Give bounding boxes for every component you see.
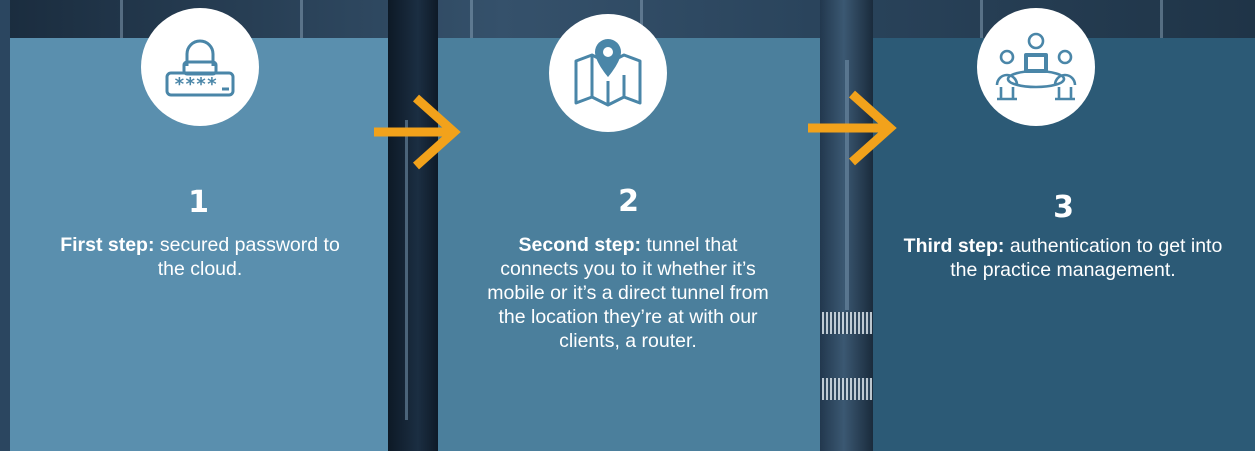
rack-highlight bbox=[120, 0, 123, 38]
step-number: 1 bbox=[188, 185, 210, 220]
meeting-people-icon bbox=[995, 32, 1077, 101]
background-strip bbox=[0, 0, 10, 451]
icon-circle bbox=[549, 14, 667, 132]
step-lead: Second step: bbox=[518, 234, 641, 256]
arrow-right-icon bbox=[374, 94, 461, 170]
step-lead: Third step: bbox=[903, 235, 1005, 257]
rack-highlight bbox=[470, 0, 473, 38]
server-grille bbox=[822, 378, 872, 400]
step-number: 3 bbox=[1053, 190, 1075, 225]
step-panel-2: 2 Second step: tunnel that connects you … bbox=[438, 14, 820, 451]
password-lock-icon: **** bbox=[165, 39, 235, 97]
step-description: Second step: tunnel that connects you to… bbox=[478, 233, 778, 353]
step-number: 2 bbox=[618, 184, 640, 219]
map-pin-icon bbox=[574, 39, 642, 107]
rack-highlight bbox=[1160, 0, 1163, 38]
arrow-right-icon bbox=[808, 90, 897, 166]
step-text: secured password to the cloud. bbox=[154, 234, 340, 280]
step-description: First step: secured password to the clou… bbox=[50, 233, 350, 281]
step-lead: First step: bbox=[60, 234, 155, 256]
background-strip bbox=[388, 0, 438, 451]
svg-text:****: **** bbox=[174, 74, 217, 95]
step-description: Third step: authentication to get into t… bbox=[903, 234, 1223, 282]
icon-circle: **** bbox=[141, 8, 259, 126]
step-panel-3: 3 Third step: authentication to get into… bbox=[873, 8, 1255, 451]
rack-highlight bbox=[980, 0, 983, 38]
server-grille bbox=[822, 312, 872, 334]
step-panel-1: **** 1 First step: secured password to t… bbox=[10, 8, 388, 451]
icon-circle bbox=[977, 8, 1095, 126]
rack-highlight bbox=[300, 0, 303, 38]
